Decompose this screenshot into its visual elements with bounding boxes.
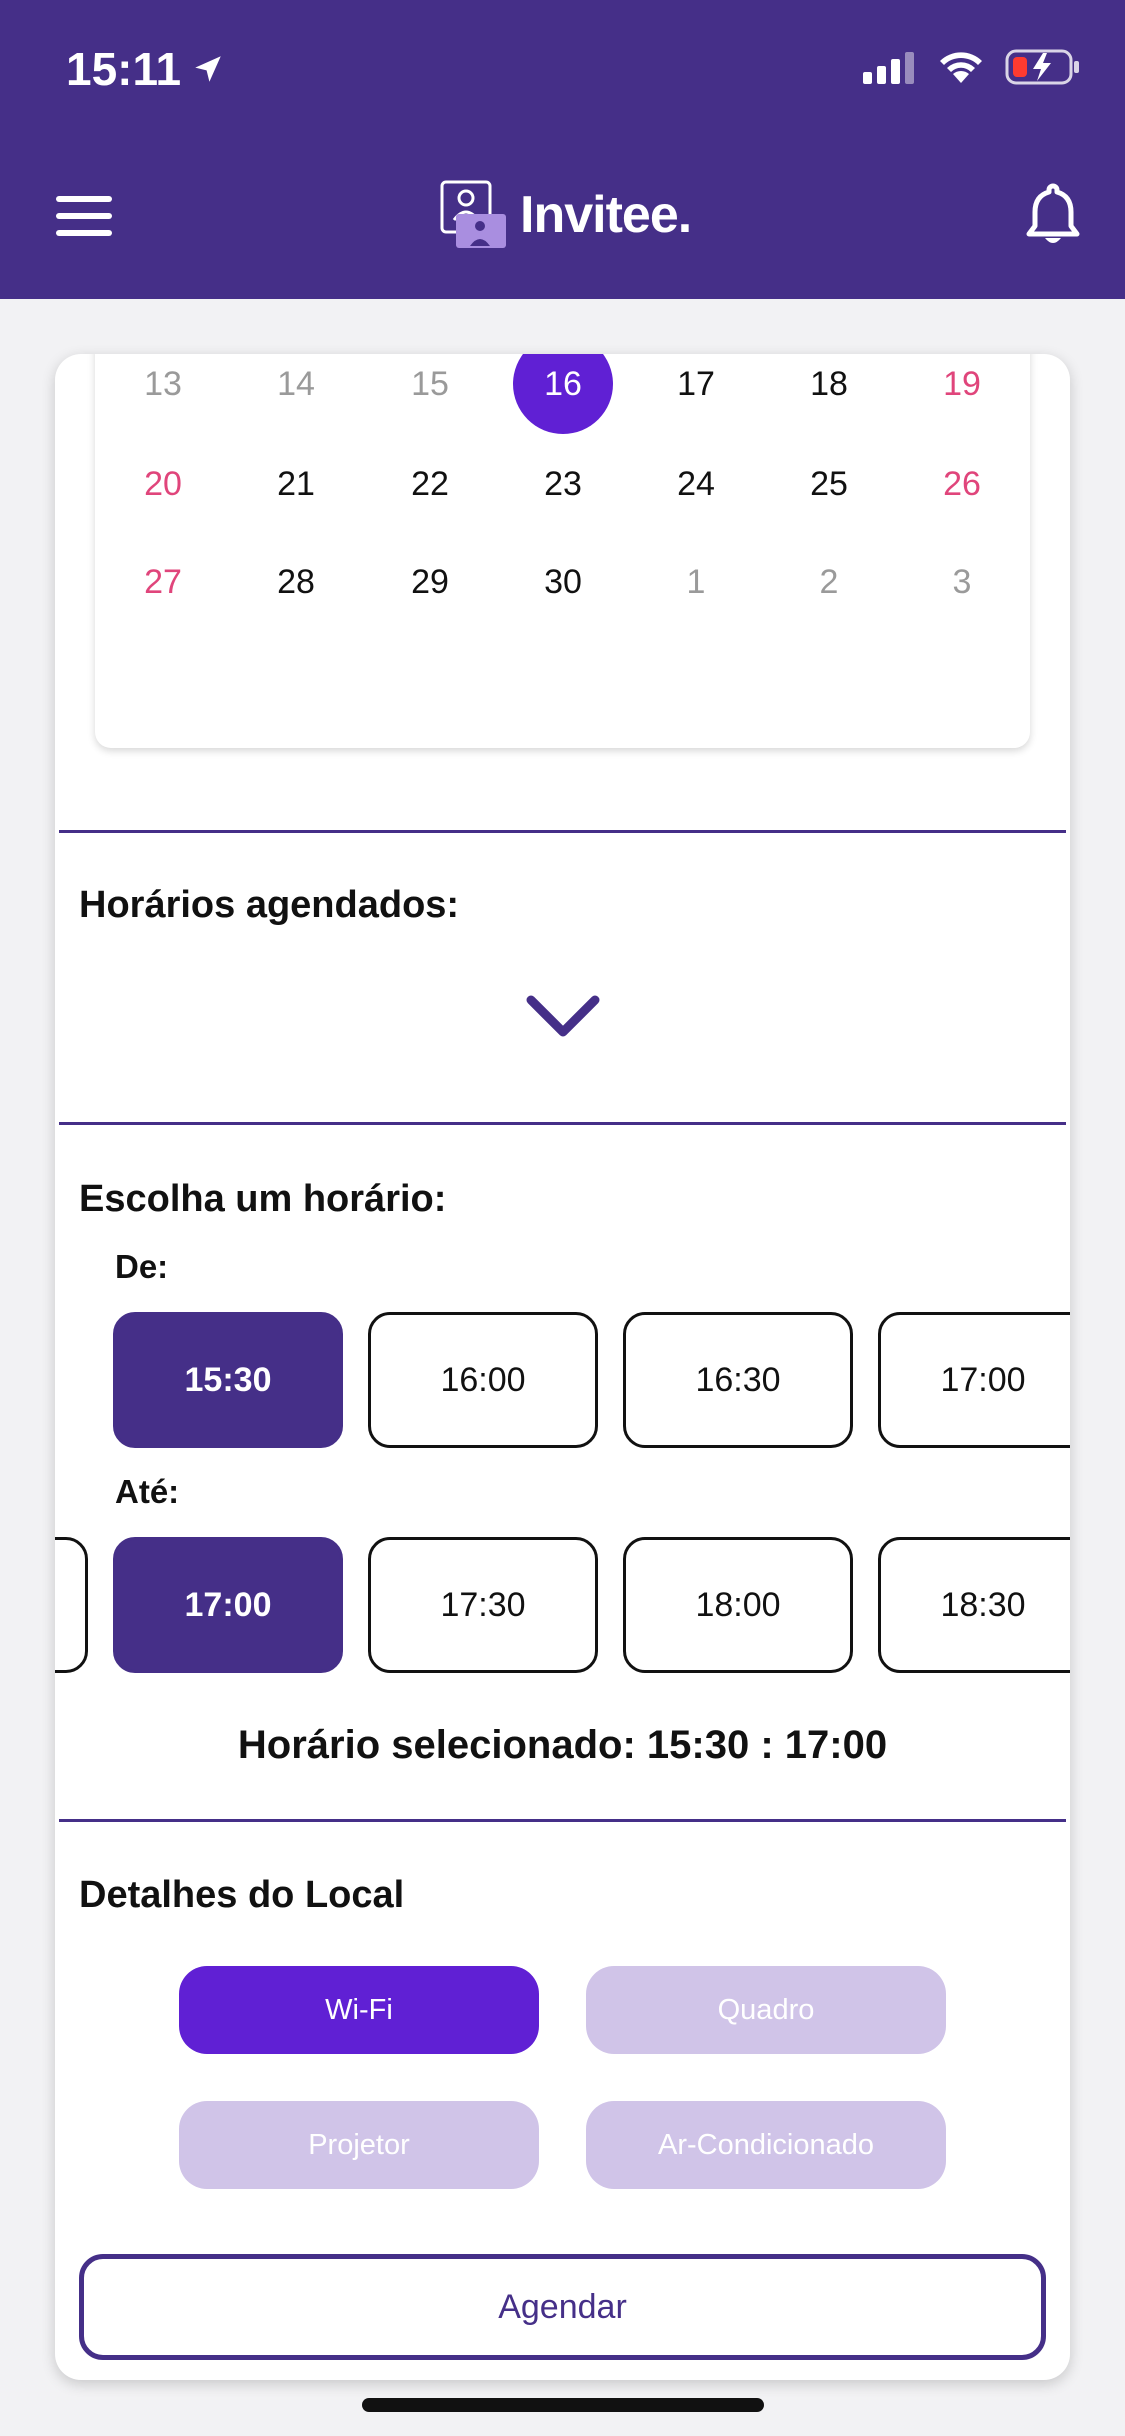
from-label: De:: [115, 1248, 169, 1285]
section-divider: [59, 1122, 1066, 1125]
calendar-day[interactable]: 15: [380, 354, 480, 434]
calendar-day[interactable]: 3: [912, 532, 1012, 632]
app-name: Invitee.: [520, 186, 692, 244]
status-indicators: [863, 48, 1081, 86]
to-slot[interactable]: [55, 1537, 88, 1673]
calendar-day[interactable]: 27: [113, 532, 213, 632]
from-slot[interactable]: 16:00: [368, 1312, 598, 1448]
calendar-week-row: 27 28 29 30 1 2 3: [95, 532, 1030, 632]
to-slots: 17:00 17:30 18:00 18:30: [55, 1537, 1070, 1673]
booking-card: 13 14 15 16 17 18 19 20 21 22 23 24 25 2…: [55, 354, 1070, 2380]
status-time-text: 15:11: [66, 43, 182, 95]
calendar-day[interactable]: 26: [912, 434, 1012, 534]
schedule-button[interactable]: Agendar: [79, 2254, 1046, 2360]
calendar-day[interactable]: 23: [513, 434, 613, 534]
home-indicator: [362, 2398, 764, 2412]
invitee-logo-icon: [440, 180, 506, 248]
calendar-day[interactable]: 28: [246, 532, 346, 632]
feature-chip-whiteboard[interactable]: Quadro: [586, 1966, 946, 2054]
section-divider: [59, 830, 1066, 833]
calendar-day[interactable]: 20: [113, 434, 213, 534]
wifi-icon: [940, 52, 982, 83]
location-arrow-icon: [195, 56, 221, 82]
feature-chip-air-conditioning[interactable]: Ar-Condicionado: [586, 2101, 946, 2189]
calendar-day[interactable]: 25: [779, 434, 879, 534]
calendar-day[interactable]: 21: [246, 434, 346, 534]
status-time: 15:11: [66, 42, 225, 96]
calendar-day[interactable]: 22: [380, 434, 480, 534]
signal-icon: [863, 52, 914, 84]
from-slot[interactable]: 17:00: [878, 1312, 1070, 1448]
from-slot[interactable]: 15:30: [113, 1312, 343, 1448]
chevron-down-icon[interactable]: [525, 994, 601, 1042]
notification-bell-icon[interactable]: [1025, 182, 1081, 246]
calendar-day[interactable]: 29: [380, 532, 480, 632]
calendar-day[interactable]: 13: [113, 354, 213, 434]
from-slots: 15:30 16:00 16:30 17:00: [55, 1312, 1070, 1448]
feature-chip-projector[interactable]: Projetor: [179, 2101, 539, 2189]
calendar-day[interactable]: 1: [646, 532, 746, 632]
app-logo: Invitee.: [440, 180, 692, 250]
feature-chip-wifi[interactable]: Wi-Fi: [179, 1966, 539, 2054]
app-header: 15:11 Invitee.: [0, 0, 1125, 299]
location-details-title: Detalhes do Local: [79, 1874, 405, 1916]
battery-charging-icon: [1005, 49, 1079, 85]
calendar: 13 14 15 16 17 18 19 20 21 22 23 24 25 2…: [95, 354, 1030, 748]
menu-icon[interactable]: [56, 196, 112, 236]
to-slot[interactable]: 17:30: [368, 1537, 598, 1673]
section-divider: [59, 1819, 1066, 1822]
calendar-week-row: 20 21 22 23 24 25 26: [95, 434, 1030, 534]
scheduled-times-title: Horários agendados:: [79, 884, 460, 926]
calendar-day[interactable]: 2: [779, 532, 879, 632]
calendar-day[interactable]: 16: [513, 354, 613, 434]
selected-time-summary: Horário selecionado: 15:30 : 17:00: [237, 1723, 888, 1767]
calendar-day[interactable]: 18: [779, 354, 879, 434]
to-label: Até:: [115, 1473, 180, 1510]
calendar-day[interactable]: 24: [646, 434, 746, 534]
to-slot[interactable]: 17:00: [113, 1537, 343, 1673]
calendar-day[interactable]: 30: [513, 532, 613, 632]
calendar-week-row: 13 14 15 16 17 18 19: [95, 354, 1030, 434]
choose-time-title: Escolha um horário:: [79, 1178, 447, 1220]
calendar-day[interactable]: 17: [646, 354, 746, 434]
calendar-day[interactable]: 19: [912, 354, 1012, 434]
to-slot[interactable]: 18:30: [878, 1537, 1070, 1673]
from-slot[interactable]: 16:30: [623, 1312, 853, 1448]
to-slot[interactable]: 18:00: [623, 1537, 853, 1673]
calendar-day[interactable]: 14: [246, 354, 346, 434]
